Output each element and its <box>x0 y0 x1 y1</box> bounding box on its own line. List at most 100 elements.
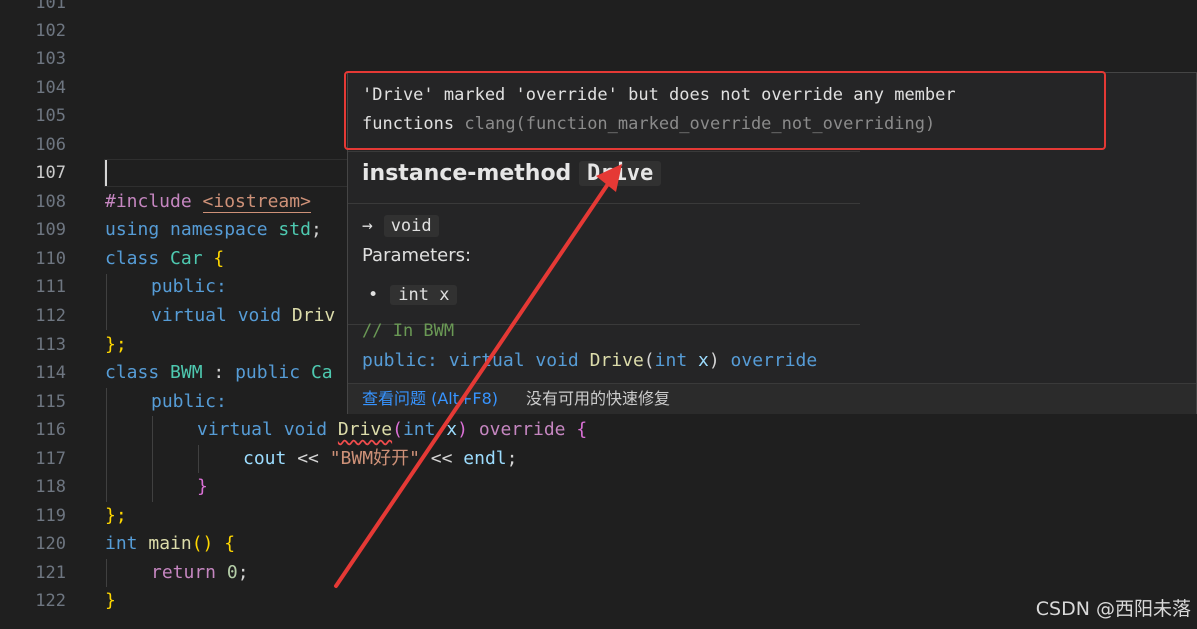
symbol-kind: instance-method <box>362 161 572 186</box>
number-literal: 0 <box>226 562 238 583</box>
closing-brace: } <box>197 476 208 497</box>
line-number: 111 <box>35 277 66 297</box>
keyword-virtual: virtual <box>151 305 227 326</box>
divider <box>348 203 860 204</box>
line-number: 116 <box>35 420 66 440</box>
divider <box>348 151 860 152</box>
code-line-115: public: <box>151 388 227 417</box>
line-number: 103 <box>35 49 66 69</box>
code-line-112: virtual void Driv <box>151 302 335 331</box>
closing-brace: } <box>105 590 116 611</box>
line-number: 106 <box>35 135 66 155</box>
line-number: 119 <box>35 506 66 526</box>
keyword-using: using <box>105 219 160 240</box>
line-number: 109 <box>35 220 66 240</box>
access-specifier: public: <box>151 276 227 297</box>
keyword-public: public <box>235 362 301 383</box>
code-line-119: }; <box>105 502 127 531</box>
line-number: 121 <box>35 563 66 583</box>
access-specifier: public: <box>151 391 227 412</box>
preprocessor-keyword: #include <box>105 191 192 212</box>
view-problem-link[interactable]: 查看问题 (Alt+F8) <box>362 384 498 414</box>
code-line-117: cout << "BWM好开" << endl; <box>243 448 518 469</box>
decl-function: Drive <box>589 350 644 371</box>
no-quick-fix-text: 没有可用的快速修复 <box>526 389 671 408</box>
function-name: Driv <box>291 305 336 326</box>
line-number: 114 <box>35 363 66 383</box>
line-number-active: 107 <box>35 163 66 183</box>
decl-access: public: <box>362 350 438 371</box>
line-number: 113 <box>35 335 66 355</box>
code-line-121: return 0; <box>151 562 249 583</box>
line-number: 118 <box>35 477 66 497</box>
keyword-override: override <box>478 419 566 440</box>
operator: << <box>419 448 464 469</box>
class-name: BWM <box>170 362 203 383</box>
parameter-chip: int x <box>390 285 458 305</box>
code-line-113: }; <box>105 331 127 360</box>
code-line-118: } <box>197 473 208 502</box>
indent-guide <box>106 559 107 587</box>
parameter-item: • int x <box>368 285 458 305</box>
watermark: CSDN @西阳未落 <box>1035 598 1191 620</box>
line-number: 120 <box>35 534 66 554</box>
line-number: 112 <box>35 306 66 326</box>
keyword-return: return <box>151 562 217 583</box>
return-type-chip: void <box>383 215 439 237</box>
operator: << <box>286 448 330 469</box>
decl-param-type: int <box>654 350 688 371</box>
line-number: 108 <box>35 192 66 212</box>
keyword-void: void <box>237 305 282 326</box>
param-name: x <box>446 419 458 440</box>
parameters-label: Parameters: <box>362 245 472 266</box>
hover-status-bar: 查看问题 (Alt+F8) 没有可用的快速修复 <box>348 383 1196 414</box>
keyword-virtual: virtual <box>197 419 273 440</box>
code-line-108: #include <iostream> <box>105 188 311 217</box>
param-type: int <box>402 419 436 440</box>
include-header: <iostream> <box>202 191 311 213</box>
identifier-endl: endl <box>463 448 507 469</box>
keyword-int: int <box>105 533 138 554</box>
line-number: 101 <box>35 0 66 13</box>
decl-void: void <box>535 350 579 371</box>
symbol-signature: instance-method Drive <box>362 161 662 186</box>
symbol-name-chip: Drive <box>578 161 662 186</box>
identifier-cout: cout <box>243 448 287 469</box>
arrow-icon: → <box>362 215 373 236</box>
indent-guide <box>106 274 107 330</box>
line-number: 110 <box>35 249 66 269</box>
line-number: 117 <box>35 449 66 469</box>
class-name: Car <box>170 248 203 269</box>
code-line-111: public: <box>151 273 227 302</box>
decl-override: override <box>730 350 818 371</box>
line-number: 105 <box>35 106 66 126</box>
return-type-row: → void <box>362 215 439 237</box>
code-line-122: } <box>105 587 116 616</box>
declaration-preview: public: virtual void Drive(int x) overri… <box>362 350 818 371</box>
keyword-class: class <box>105 362 160 383</box>
inheritance-colon: : <box>202 362 236 383</box>
decl-virtual: virtual <box>448 350 525 371</box>
code-editor[interactable]: 101 102 103 104 105 106 107 108 109 110 … <box>0 0 1197 629</box>
line-number: 104 <box>35 78 66 98</box>
code-line-114: class BWM : public Ca <box>105 359 333 388</box>
code-line-110: class Car { <box>105 248 225 269</box>
closing-brace: }; <box>105 505 127 526</box>
line-number: 122 <box>35 591 66 611</box>
closing-brace: }; <box>105 334 127 355</box>
keyword-class: class <box>105 248 160 269</box>
function-main: main <box>148 533 192 554</box>
code-line-109: using namespace std; <box>105 219 322 240</box>
line-number: 102 <box>35 21 66 41</box>
text-cursor <box>105 160 107 186</box>
indent-guide <box>198 445 199 473</box>
annotation-highlight-box <box>344 71 1106 150</box>
current-line-highlight <box>104 159 348 187</box>
code-line-120: int main() { <box>105 533 236 554</box>
base-class-name: Ca <box>310 362 333 383</box>
indent-guide <box>106 388 107 502</box>
bullet-icon: • <box>368 285 379 305</box>
function-name-error[interactable]: Drive <box>338 419 392 440</box>
keyword-void: void <box>283 419 328 440</box>
decl-param-name: x <box>698 350 709 371</box>
